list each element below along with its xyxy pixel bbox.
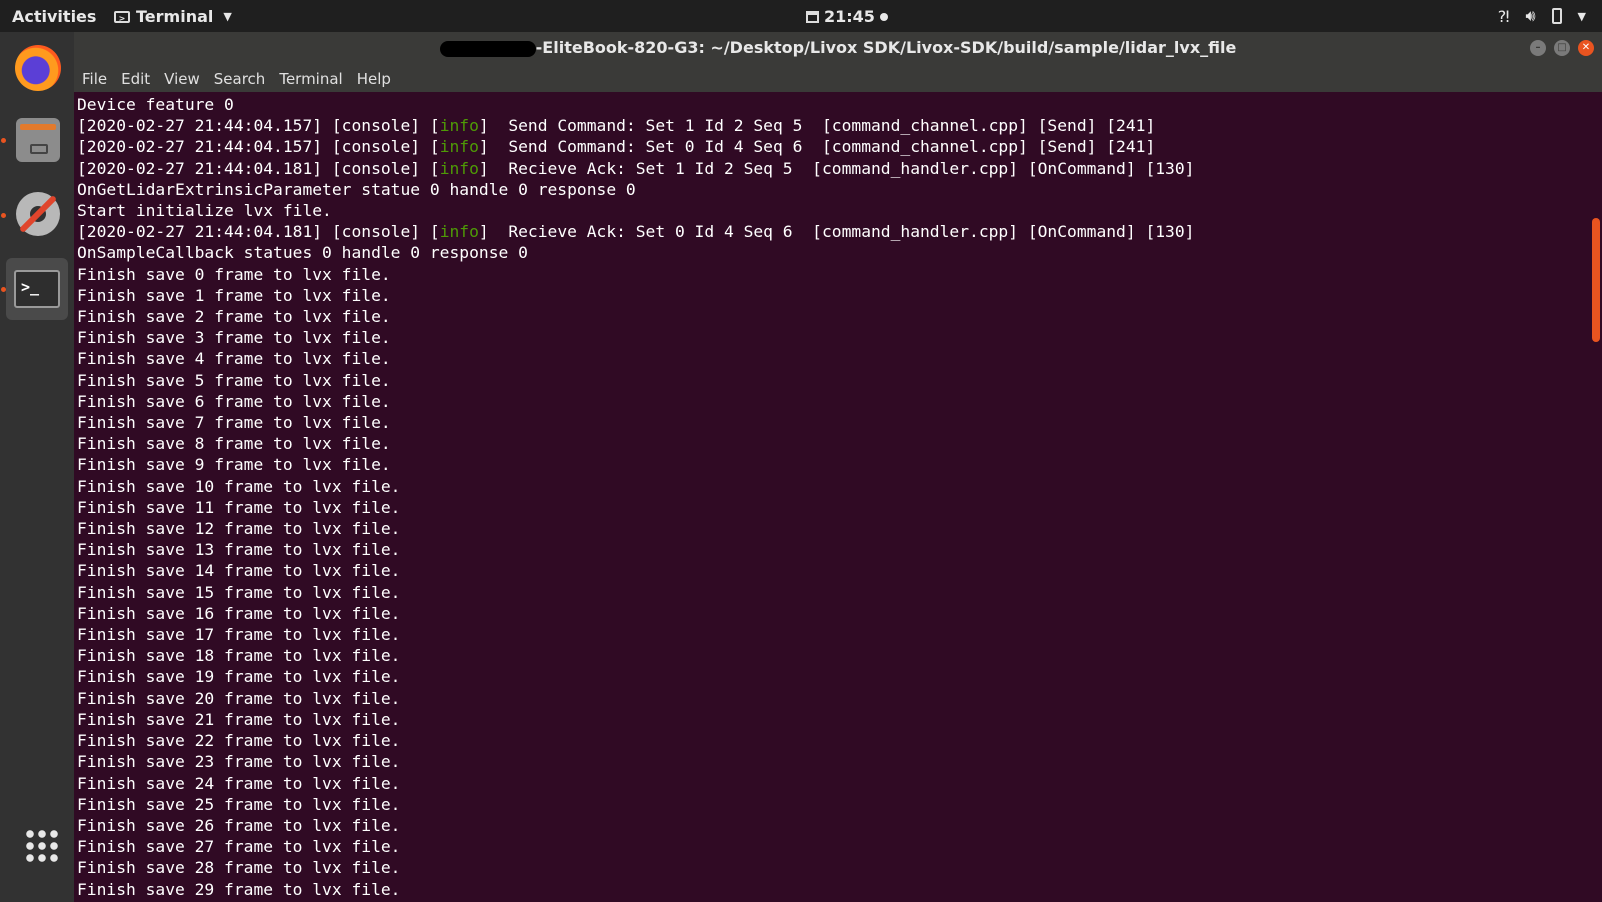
maximize-button[interactable]: □ [1554,40,1570,56]
output-line: Finish save 0 frame to lvx file. [77,264,391,284]
output-line: OnSampleCallback statues 0 handle 0 resp… [77,243,528,263]
terminal-output[interactable]: Device feature 0 [2020-02-27 21:44:04.15… [74,92,1590,902]
menu-bar: File Edit View Search Terminal Help [74,64,1602,92]
output-line: Finish save 27 frame to lvx file. [77,837,401,857]
output-line: Finish save 23 frame to lvx file. [77,752,401,772]
app-menu-label: Terminal [136,7,214,26]
menu-help[interactable]: Help [349,64,397,88]
log-line: [2020-02-27 21:44:04.157] [console] [inf… [77,137,1156,157]
network-icon: ⁈ [1497,6,1510,26]
menu-view[interactable]: View [156,64,206,88]
window-titlebar[interactable]: -EliteBook-820-G3: ~/Desktop/Livox SDK/L… [74,32,1602,64]
dock-item-terminal[interactable]: >_ [6,258,68,320]
output-line: Finish save 13 frame to lvx file. [77,540,401,560]
output-line: Finish save 14 frame to lvx file. [77,561,401,581]
clock[interactable]: 21:45 [806,7,888,26]
redacted-hostname [439,40,536,57]
dock-item-settings[interactable] [6,182,68,244]
output-line: OnGetLidarExtrinsicParameter statue 0 ha… [77,179,636,199]
close-button[interactable]: ✕ [1578,40,1594,56]
files-icon [16,118,60,162]
output-line: Finish save 1 frame to lvx file. [77,285,391,305]
app-menu[interactable]: > Terminal ▼ [114,7,232,26]
output-line: Finish save 20 frame to lvx file. [77,688,401,708]
log-level: info [439,222,479,242]
firefox-icon [15,45,61,91]
chevron-down-icon: ▼ [1577,9,1586,23]
terminal-icon: >_ [14,270,60,308]
show-applications-button[interactable] [6,814,68,876]
frame-lines: Finish save 0 frame to lvx file. Finish … [77,265,400,899]
output-line: Finish save 29 frame to lvx file. [77,879,401,899]
terminal-icon: > [114,10,130,23]
dock-item-firefox[interactable] [6,36,68,98]
menu-edit[interactable]: Edit [113,64,156,88]
notification-dot-icon [879,12,888,21]
output-line: Finish save 26 frame to lvx file. [77,815,401,835]
system-tray[interactable]: ⁈ 🔊︎ ▼ [1498,6,1586,26]
dock-item-files[interactable] [6,108,68,170]
output-line: Finish save 17 frame to lvx file. [77,625,401,645]
output-line: Finish save 25 frame to lvx file. [77,794,401,814]
calendar-icon [806,10,819,23]
output-line: Finish save 2 frame to lvx file. [77,307,391,327]
output-line: Finish save 5 frame to lvx file. [77,370,391,390]
output-line: Finish save 15 frame to lvx file. [77,582,401,602]
log-line: [2020-02-27 21:44:04.181] [console] [inf… [77,158,1195,178]
log-level: info [439,116,479,136]
menu-search[interactable]: Search [206,64,272,88]
menu-file[interactable]: File [74,64,113,88]
output-line: Finish save 16 frame to lvx file. [77,603,401,623]
output-line: Finish save 22 frame to lvx file. [77,731,401,751]
window-title: -EliteBook-820-G3: ~/Desktop/Livox SDK/L… [535,38,1237,57]
log-level: info [439,158,479,178]
output-line: Finish save 19 frame to lvx file. [77,667,401,687]
output-line: Finish save 10 frame to lvx file. [77,476,401,496]
settings-icon [16,192,60,236]
output-line: Start initialize lvx file. [77,201,332,221]
scrollbar-thumb[interactable] [1592,218,1600,342]
output-line: Finish save 21 frame to lvx file. [77,709,401,729]
output-line: Finish save 24 frame to lvx file. [77,773,401,793]
grid-icon [24,828,60,864]
battery-icon [1551,8,1562,24]
clock-time: 21:45 [824,7,875,26]
volume-icon: 🔊︎ [1525,6,1536,25]
log-line: [2020-02-27 21:44:04.181] [console] [inf… [77,222,1195,242]
menu-terminal[interactable]: Terminal [271,64,348,88]
output-line: Finish save 11 frame to lvx file. [77,497,401,517]
dock: >_ [0,32,74,902]
output-line: Finish save 18 frame to lvx file. [77,646,401,666]
output-line: Finish save 6 frame to lvx file. [77,391,391,411]
output-line: Finish save 8 frame to lvx file. [77,434,391,454]
top-bar: Activities > Terminal ▼ 21:45 ⁈ 🔊︎ ▼ [0,0,1602,32]
output-line: Finish save 4 frame to lvx file. [77,349,391,369]
log-line: [2020-02-27 21:44:04.157] [console] [inf… [77,116,1156,136]
output-line: Finish save 3 frame to lvx file. [77,328,391,348]
output-line: Finish save 12 frame to lvx file. [77,519,401,539]
chevron-down-icon: ▼ [223,10,232,23]
output-line: Finish save 7 frame to lvx file. [77,413,391,433]
output-line: Finish save 28 frame to lvx file. [77,858,401,878]
log-level: info [439,137,479,157]
activities-button[interactable]: Activities [12,7,96,26]
output-line: Finish save 9 frame to lvx file. [77,455,391,475]
scrollbar[interactable] [1590,92,1602,902]
minimize-button[interactable]: – [1530,40,1546,56]
output-line: Device feature 0 [77,95,234,114]
